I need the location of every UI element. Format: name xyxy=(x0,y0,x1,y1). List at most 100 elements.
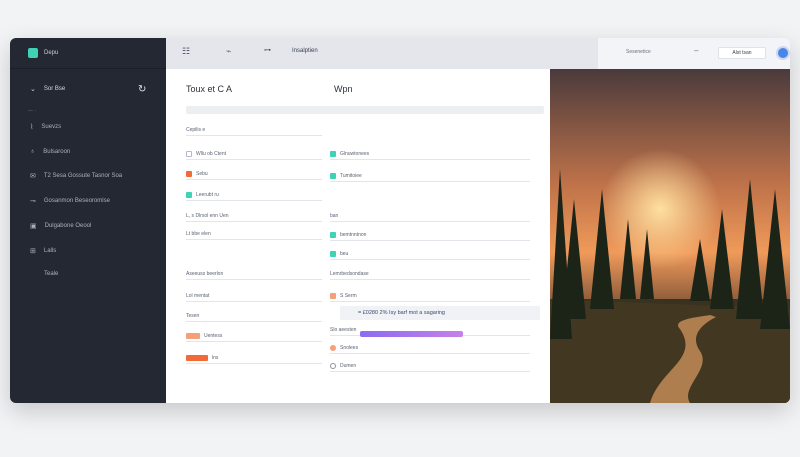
check-badge-icon xyxy=(330,150,336,157)
sidebar-item-label: Bulsaroon xyxy=(43,148,71,155)
sidebar-item-6[interactable]: ⊞ Lalls xyxy=(10,247,166,255)
field-label: Lol mentat xyxy=(186,292,210,299)
sidebar-item-label: Lalls xyxy=(43,248,57,254)
left-field-9[interactable]: Tesen xyxy=(186,310,322,322)
forest-sunset-image xyxy=(550,69,790,403)
field-label: Dumen xyxy=(340,362,357,369)
left-field-6[interactable]: Lt bbe elen xyxy=(186,228,322,240)
left-field-11[interactable]: lns xyxy=(186,352,322,364)
search-icon[interactable]: ⊶ xyxy=(264,46,271,54)
right-field-6[interactable]: Lemrbedsondase xyxy=(330,268,530,280)
red-tag-icon xyxy=(186,354,208,361)
folder-icon: ▣ xyxy=(30,223,37,230)
left-field-10[interactable]: Uentess xyxy=(186,330,322,342)
field-label: bemtnntnon xyxy=(340,231,367,238)
minimize-icon[interactable]: – xyxy=(694,46,698,55)
check-badge-icon xyxy=(186,191,192,198)
sidebar-item-label: Dulgabone Oeool xyxy=(44,223,92,229)
app-name: Depu xyxy=(44,50,59,56)
right-column-title: Wpn xyxy=(334,84,353,94)
chevron-down-icon: ⌄ xyxy=(30,86,36,93)
app-logo-icon xyxy=(28,48,38,58)
sidebar-item-label: Gosanmon Beseoromlse xyxy=(43,198,110,204)
tag-icon: ⊸ xyxy=(30,198,36,205)
sidebar-item-label: Suevzs xyxy=(41,124,62,130)
field-label: Snolees xyxy=(340,344,359,351)
left-field-2[interactable]: Wllu ob Ctent xyxy=(186,148,322,160)
right-field-1[interactable]: Glnuwtonees xyxy=(330,148,530,160)
box-icon xyxy=(186,150,192,157)
sidebar-item-3[interactable]: ✉ T2 Sesa Gossute Tasnor Soa xyxy=(10,172,166,180)
chat-icon: ✉ xyxy=(30,173,36,180)
check-badge-icon xyxy=(330,231,336,238)
field-label: lns xyxy=(212,354,219,361)
field-label: Lt bbe elen xyxy=(186,230,211,237)
top-action-button[interactable]: Alst tsan xyxy=(718,47,766,59)
page-title: Insalptien xyxy=(292,48,318,54)
right-field-4[interactable]: bemtnntnon xyxy=(330,229,530,241)
left-field-4[interactable]: Leerubt ru xyxy=(186,189,322,201)
field-label: Lemrbedsondase xyxy=(330,270,369,277)
left-column-title: Toux et C A xyxy=(186,84,233,94)
orange-badge-icon xyxy=(330,292,336,299)
field-label: beu xyxy=(340,250,349,257)
sidebar-current-label: Sor Bse xyxy=(43,86,66,92)
sidebar-item-7[interactable]: Teale xyxy=(10,271,166,277)
radio-icon xyxy=(330,362,336,369)
field-label: ban xyxy=(330,212,339,219)
bell-icon: ♁ xyxy=(30,148,36,155)
link-icon[interactable]: ⌁ xyxy=(226,46,231,57)
field-label: Tumitoiee xyxy=(340,172,362,179)
sidebar: Depu ⌄ Sor Bse ↻ — · ⌇ Suevzs ♁ Bulsaroo… xyxy=(10,38,166,403)
left-field-8[interactable]: Lol mentat xyxy=(186,290,322,302)
refresh-icon[interactable]: ↻ xyxy=(138,84,146,95)
field-label: Leerubt ru xyxy=(196,191,219,198)
app-window: Depu ⌄ Sor Bse ↻ — · ⌇ Suevzs ♁ Bulsaroo… xyxy=(10,38,790,403)
check-badge-icon xyxy=(330,250,336,257)
warning-badge-icon xyxy=(186,170,192,177)
menu-icon[interactable]: ☷ xyxy=(182,46,190,57)
progress-bar xyxy=(360,331,463,337)
left-field-5[interactable]: L, s Dlrsol enn Uen xyxy=(186,210,322,222)
field-label: Glnuwtonees xyxy=(340,150,370,157)
right-field-10[interactable]: Dumen xyxy=(330,360,530,372)
highlight-row[interactable]: = £0280 2% Isy barf mot a sagaring xyxy=(340,306,540,320)
orange-dot-icon xyxy=(330,344,336,351)
sidebar-current-section[interactable]: ⌄ Sor Bse ↻ xyxy=(10,84,166,95)
sidebar-header[interactable]: Depu xyxy=(10,38,166,69)
sidebar-item-label: T2 Sesa Gossute Tasnor Soa xyxy=(43,173,123,179)
sidebar-item-label: Teale xyxy=(44,271,59,277)
mic-icon: ⌇ xyxy=(30,124,34,131)
field-label: Sebu xyxy=(196,170,208,177)
field-label: S Serm xyxy=(340,292,357,299)
left-field-7[interactable]: Aseeuss beerlon xyxy=(186,268,322,280)
field-label: Tesen xyxy=(186,312,200,319)
left-field-3[interactable]: Sebu xyxy=(186,168,322,180)
right-field-3[interactable]: ban xyxy=(330,210,530,222)
sidebar-item-5[interactable]: ▣ Dulgabone Oeool xyxy=(10,222,166,230)
field-label: Wllu ob Ctent xyxy=(196,150,227,157)
top-bar-right: Sesenetice – Alst tsan xyxy=(598,38,790,69)
grid-icon: ⊞ xyxy=(30,248,36,255)
forest-illustration xyxy=(550,69,790,403)
top-bar: ☷ ⌁ ⊶ Insalptien Sesenetice – Alst tsan xyxy=(166,38,790,69)
sidebar-section-divider: — · xyxy=(28,108,37,114)
right-field-5[interactable]: beu xyxy=(330,248,530,260)
right-field-2[interactable]: Tumitoiee xyxy=(330,170,530,182)
field-label: Slo aeesten xyxy=(330,326,357,333)
sidebar-item-1[interactable]: ⌇ Suevzs xyxy=(10,123,166,131)
check-badge-icon xyxy=(330,172,336,179)
sidebar-item-2[interactable]: ♁ Bulsaroon xyxy=(10,148,166,155)
field-label: Uentess xyxy=(204,332,223,339)
table-header-bar xyxy=(186,106,544,114)
right-field-7[interactable]: S Serm xyxy=(330,290,530,302)
field-label: Aseeuss beerlon xyxy=(186,270,224,277)
avatar[interactable] xyxy=(776,46,790,60)
search-label[interactable]: Sesenetice xyxy=(626,49,651,55)
left-field-1[interactable]: Cepilis e xyxy=(186,124,322,136)
field-label: Cepilis e xyxy=(186,126,206,133)
field-label: L, s Dlrsol enn Uen xyxy=(186,212,229,219)
orange-tag-icon xyxy=(186,332,200,339)
sidebar-item-4[interactable]: ⊸ Gosanmon Beseoromlse xyxy=(10,197,166,205)
right-field-9[interactable]: Snolees xyxy=(330,342,530,354)
